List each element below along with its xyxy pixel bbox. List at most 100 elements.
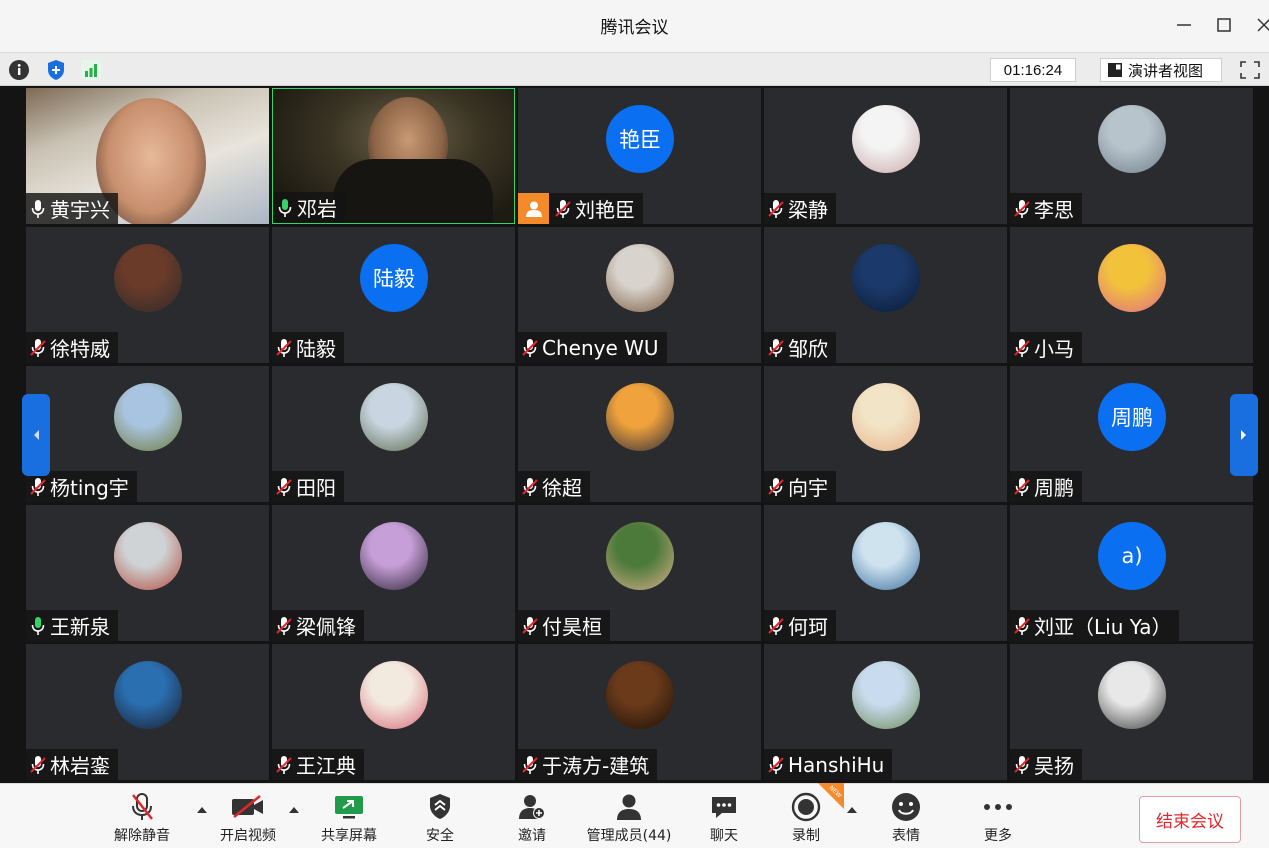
reactions-label: 表情 — [892, 828, 920, 844]
network-status-button[interactable] — [80, 59, 102, 81]
share-screen-label: 共享屏幕 — [321, 828, 377, 844]
share-screen-button[interactable]: 共享屏幕 — [318, 792, 380, 846]
invite-button[interactable]: 邀请 — [516, 792, 548, 846]
participant-tile[interactable]: 杨ting宇 — [26, 366, 269, 502]
record-options-caret-icon[interactable] — [846, 804, 858, 814]
participant-tile[interactable]: 向宇 — [764, 366, 1007, 502]
participant-name: 王新泉 — [50, 615, 110, 639]
record-icon — [791, 792, 821, 822]
audio-options-caret-icon[interactable] — [196, 804, 208, 814]
participant-nameplate: 周鹏 — [1010, 471, 1082, 502]
participant-tile[interactable]: 于涛方-建筑 — [518, 644, 761, 780]
avatar — [114, 244, 182, 312]
avatar — [852, 661, 920, 729]
participant-tile[interactable]: a) 刘亚（Liu Ya） — [1010, 505, 1253, 641]
security-status-button[interactable] — [45, 59, 67, 81]
mic-muted-icon — [766, 615, 786, 637]
participant-tile[interactable]: 邓岩 — [272, 88, 515, 224]
participant-tile[interactable]: 付昊桓 — [518, 505, 761, 641]
avatar: 周鹏 — [1098, 383, 1166, 451]
next-page-button[interactable] — [1230, 394, 1258, 476]
participant-tile[interactable]: 邹欣 — [764, 227, 1007, 363]
mic-muted-icon — [132, 793, 153, 820]
participant-tile[interactable]: 林岩銮 — [26, 644, 269, 780]
participant-grid: 黄宇兴 邓岩 艳臣 刘艳臣 梁静 李思 徐特威 陆毅 陆毅 Chenye WU 邹欣 小马 杨ting宇… — [26, 88, 1253, 782]
minimize-button[interactable] — [1170, 11, 1198, 39]
mic-muted-icon — [28, 476, 48, 498]
participant-tile[interactable]: 田阳 — [272, 366, 515, 502]
mic-muted-icon — [553, 198, 573, 220]
bottom-toolbar: 解除静音 开启视频 共享屏幕 安全 邀请 管理成员(44) 聊天 录制 NEW … — [0, 783, 1269, 848]
participant-tile[interactable]: Chenye WU — [518, 227, 761, 363]
participant-tile[interactable]: 梁静 — [764, 88, 1007, 224]
speaker-view-icon — [1108, 63, 1122, 77]
invite-label: 邀请 — [518, 828, 546, 844]
participant-tile[interactable]: 王新泉 — [26, 505, 269, 641]
participant-nameplate: 刘艳臣 — [518, 193, 643, 224]
more-button[interactable]: 更多 — [982, 792, 1014, 846]
members-icon — [617, 794, 641, 820]
participant-nameplate: 田阳 — [272, 471, 344, 502]
mic-muted-icon — [1012, 337, 1032, 359]
participant-name: HanshiHu — [788, 752, 885, 777]
security-button[interactable]: 安全 — [424, 792, 456, 846]
mic-muted-icon — [28, 337, 48, 359]
new-badge-icon: NEW — [818, 783, 844, 809]
participant-name: 黄宇兴 — [50, 198, 110, 222]
participant-nameplate: 向宇 — [764, 471, 836, 502]
start-video-button[interactable]: 开启视频 — [218, 792, 278, 846]
maximize-button[interactable] — [1210, 11, 1238, 39]
participant-tile[interactable]: 王江典 — [272, 644, 515, 780]
chat-button[interactable]: 聊天 — [708, 792, 740, 846]
avatar — [1098, 244, 1166, 312]
minimize-icon — [1177, 24, 1191, 26]
chevron-right-icon — [1241, 430, 1246, 440]
mic-muted-icon — [520, 615, 540, 637]
avatar — [852, 244, 920, 312]
participant-tile[interactable]: HanshiHu — [764, 644, 1007, 780]
mic-muted-icon — [1012, 198, 1032, 220]
mic-muted-icon — [274, 615, 294, 637]
speaker-view-button[interactable]: 演讲者视图 — [1100, 58, 1222, 82]
participant-tile[interactable]: 艳臣刘艳臣 — [518, 88, 761, 224]
manage-members-button[interactable]: 管理成员(44) — [584, 792, 674, 846]
security-label: 安全 — [426, 828, 454, 844]
avatar — [114, 383, 182, 451]
participant-nameplate: 小马 — [1010, 332, 1082, 363]
participant-tile[interactable]: 李思 — [1010, 88, 1253, 224]
meeting-info-button[interactable] — [8, 59, 30, 81]
participant-name: Chenye WU — [542, 335, 659, 360]
mic-muted-icon — [28, 754, 48, 776]
participant-tile[interactable]: 小马 — [1010, 227, 1253, 363]
mic-muted-icon — [274, 476, 294, 498]
participant-tile[interactable]: 黄宇兴 — [26, 88, 269, 224]
avatar — [852, 522, 920, 590]
chat-icon — [712, 797, 736, 818]
close-button[interactable] — [1250, 11, 1269, 39]
participant-tile[interactable]: 陆毅 陆毅 — [272, 227, 515, 363]
participant-tile[interactable]: 吴扬 — [1010, 644, 1253, 780]
reactions-button[interactable]: 表情 — [890, 792, 922, 846]
video-options-caret-icon[interactable] — [288, 804, 300, 814]
participant-nameplate: 梁佩锋 — [272, 610, 364, 641]
participant-tile[interactable]: 徐特威 — [26, 227, 269, 363]
unmute-button[interactable]: 解除静音 — [112, 792, 172, 846]
end-meeting-button[interactable]: 结束会议 — [1139, 796, 1241, 843]
chat-label: 聊天 — [710, 828, 738, 844]
mic-muted-icon — [520, 754, 540, 776]
mic-icon — [28, 198, 48, 220]
prev-page-button[interactable] — [22, 394, 50, 476]
chevron-left-icon — [34, 430, 39, 440]
participant-tile[interactable]: 徐超 — [518, 366, 761, 502]
participant-tile[interactable]: 梁佩锋 — [272, 505, 515, 641]
avatar: 艳臣 — [606, 105, 674, 173]
participant-tile[interactable]: 何珂 — [764, 505, 1007, 641]
participant-nameplate: 王江典 — [272, 749, 364, 780]
participant-nameplate: 付昊桓 — [518, 610, 610, 641]
avatar: a) — [1098, 522, 1166, 590]
participant-name: 陆毅 — [296, 337, 336, 361]
avatar — [1098, 661, 1166, 729]
participant-tile[interactable]: 周鹏 周鹏 — [1010, 366, 1253, 502]
fullscreen-icon[interactable] — [1238, 59, 1262, 81]
participant-nameplate: 邹欣 — [764, 332, 836, 363]
